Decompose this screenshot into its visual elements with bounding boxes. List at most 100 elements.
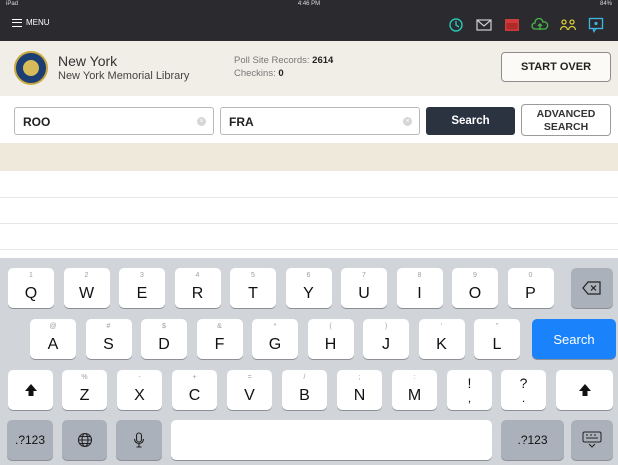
key-g[interactable]: * G — [252, 319, 298, 359]
key-hint: ' — [440, 323, 443, 330]
key-j[interactable]: ) J — [363, 319, 409, 359]
mail-icon[interactable] — [474, 16, 494, 34]
shift-key[interactable] — [556, 370, 613, 410]
last-name-field[interactable]: × — [14, 107, 214, 135]
divider — [0, 223, 618, 224]
status-bar: iPad 4:46 PM 84% — [0, 0, 618, 10]
key-label: M — [407, 387, 422, 404]
key-hint: + — [192, 374, 197, 381]
key-label: F — [214, 336, 225, 353]
key-hint: % — [81, 374, 88, 381]
key-hint: & — [217, 323, 222, 330]
key-label: S — [103, 336, 114, 353]
key-k[interactable]: ' K — [418, 319, 465, 359]
shift-key[interactable] — [8, 370, 53, 410]
key-label: K — [436, 336, 447, 353]
key-c[interactable]: + C — [172, 370, 217, 410]
key-hint: 7 — [362, 272, 366, 279]
backspace-key[interactable] — [571, 268, 613, 308]
key-label: W — [78, 285, 95, 302]
key-o[interactable]: 9O — [452, 268, 498, 308]
hamburger-icon — [12, 18, 22, 27]
dictation-key[interactable] — [116, 420, 162, 460]
key-hint: " — [495, 323, 499, 330]
first-name-input[interactable] — [229, 113, 379, 131]
chat-icon[interactable] — [586, 16, 606, 34]
numbers-key[interactable]: .?123 — [501, 420, 564, 460]
exclamation-comma-key[interactable]: ! , — [447, 370, 492, 410]
microphone-icon — [133, 432, 145, 448]
key-w[interactable]: 2W — [63, 268, 110, 308]
poll-site-records: Poll Site Records: 2614 — [234, 55, 334, 66]
key-r[interactable]: 4R — [174, 268, 221, 308]
start-over-button[interactable]: START OVER — [501, 52, 611, 82]
key-hint: 1 — [29, 272, 33, 279]
key-d[interactable]: $ D — [141, 319, 187, 359]
space-bar[interactable] — [171, 420, 492, 460]
calendar-icon[interactable] — [502, 16, 522, 34]
key-z[interactable]: % Z — [62, 370, 107, 410]
divider — [0, 249, 618, 250]
key-u[interactable]: 7U — [341, 268, 387, 308]
key-e[interactable]: 3E — [119, 268, 165, 308]
key-v[interactable]: = V — [227, 370, 272, 410]
onscreen-keyboard: .?123 .?123 Search ! , ? . 1Q2W3E4R5T6Y7… — [0, 258, 618, 465]
key-label: D — [158, 336, 170, 353]
key-y[interactable]: 6Y — [285, 268, 332, 308]
clock: 4:46 PM — [297, 1, 321, 7]
key-p[interactable]: 0P — [507, 268, 554, 308]
key-hint: 5 — [251, 272, 255, 279]
key-label: P — [525, 285, 536, 302]
key-b[interactable]: / B — [282, 370, 327, 410]
key-label: B — [299, 387, 310, 404]
key-hint: = — [247, 374, 252, 381]
key-f[interactable]: & F — [196, 319, 243, 359]
key-h[interactable]: (H — [307, 319, 354, 359]
key-hint: 0 — [528, 272, 533, 279]
question-period-key[interactable]: ? . — [501, 370, 546, 410]
results-header — [0, 143, 618, 171]
key-hint: : — [413, 374, 416, 381]
key-label: N — [353, 387, 366, 404]
numbers-key[interactable]: .?123 — [7, 420, 53, 460]
key-hint: $ — [162, 323, 166, 330]
key-a[interactable]: @ A — [30, 319, 76, 359]
key-n[interactable]: ; N — [337, 370, 382, 410]
key-i[interactable]: 8I — [396, 268, 443, 308]
cloud-upload-icon[interactable] — [530, 16, 550, 34]
keyboard-search-key[interactable]: Search — [532, 319, 616, 359]
last-name-input[interactable] — [23, 113, 173, 131]
key-label: Z — [79, 387, 90, 404]
clear-icon[interactable]: × — [197, 117, 206, 126]
key-t[interactable]: 5T — [230, 268, 276, 308]
key-x[interactable]: -X — [117, 370, 162, 410]
key-q[interactable]: 1Q — [8, 268, 54, 308]
key-label: H — [324, 336, 337, 353]
key-hint: ( — [329, 323, 332, 330]
search-button[interactable]: Search — [426, 107, 515, 135]
menu-button[interactable]: MENU — [12, 18, 50, 27]
first-name-field[interactable]: × — [220, 107, 420, 135]
key-label: Y — [303, 285, 314, 302]
advanced-search-button[interactable]: ADVANCED SEARCH — [521, 104, 611, 136]
key-m[interactable]: :M — [392, 370, 437, 410]
key-hint: ; — [358, 374, 361, 381]
app-header: MENU — [0, 10, 618, 41]
key-label: A — [47, 336, 59, 353]
key-l[interactable]: " L — [474, 319, 520, 359]
key-label: U — [358, 285, 370, 302]
delete-icon — [582, 281, 601, 295]
history-icon[interactable] — [446, 16, 466, 34]
key-label: T — [248, 285, 258, 302]
globe-key[interactable] — [62, 420, 107, 460]
hide-keyboard-key[interactable] — [571, 420, 613, 460]
people-icon[interactable] — [558, 16, 578, 34]
key-hint: 3 — [140, 272, 144, 279]
key-label: O — [468, 285, 482, 302]
key-label: L — [492, 336, 502, 353]
key-s[interactable]: # S — [85, 319, 132, 359]
divider — [0, 197, 618, 198]
clear-icon[interactable]: × — [403, 117, 412, 126]
key-hint: 6 — [306, 272, 311, 279]
key-label: X — [134, 387, 145, 404]
